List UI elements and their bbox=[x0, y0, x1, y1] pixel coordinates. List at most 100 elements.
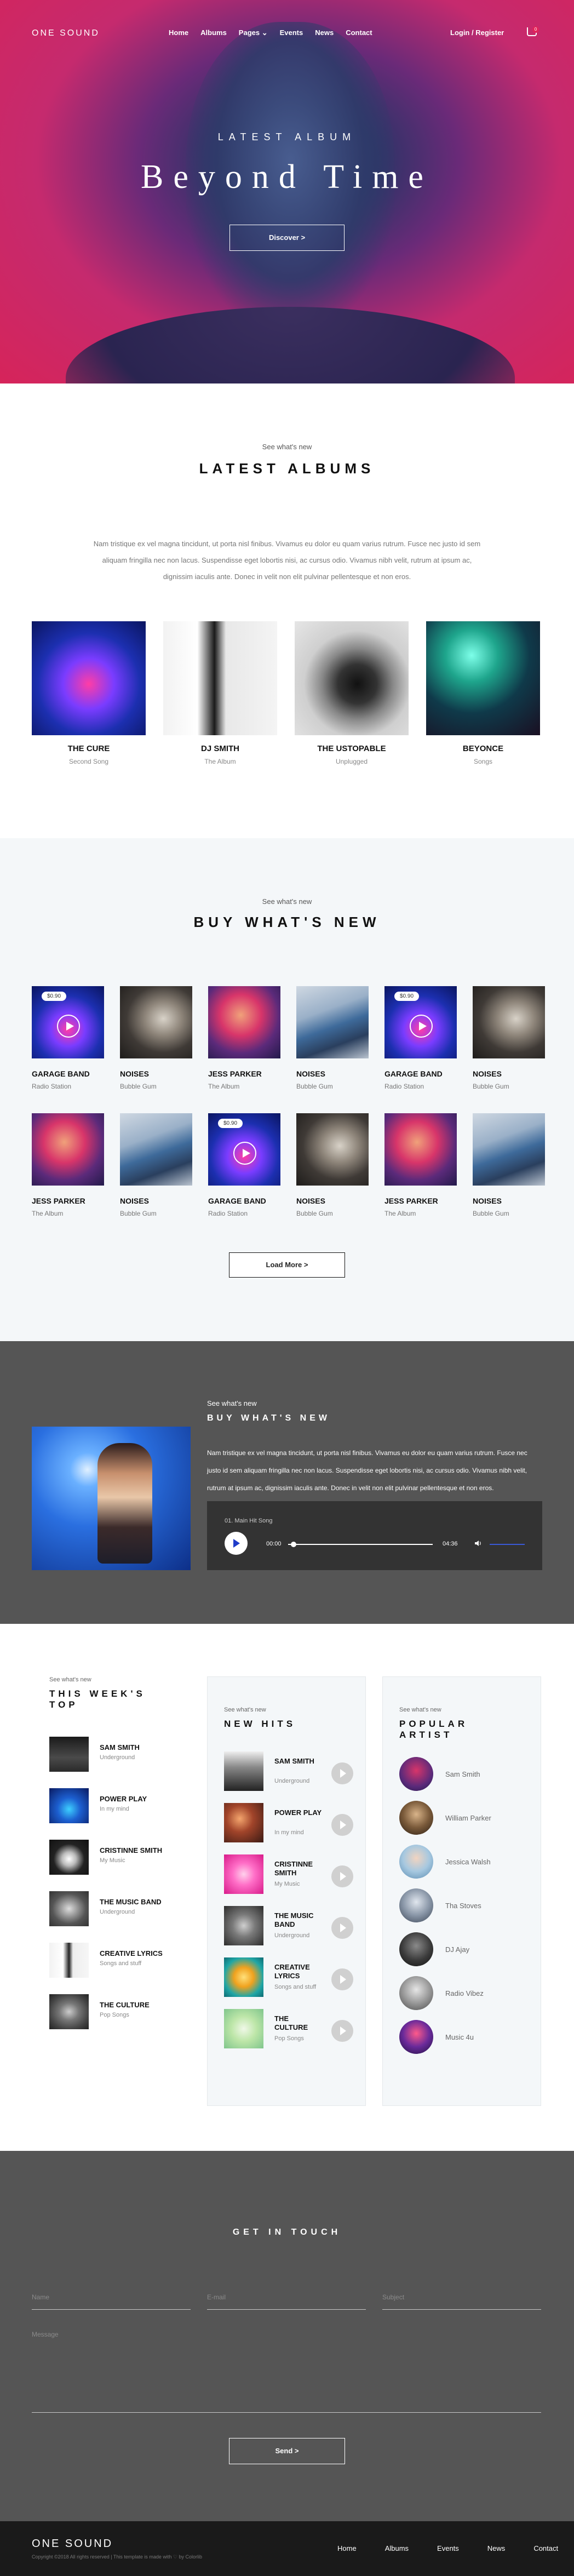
hero-eyebrow: LATEST ALBUM bbox=[217, 131, 357, 142]
list-item[interactable]: CRISTINNE SMITH My Music bbox=[224, 1854, 365, 1894]
album-card[interactable]: DJ SMITH The Album bbox=[163, 621, 277, 765]
list-item[interactable]: SAM SMITH Underground bbox=[224, 1751, 365, 1791]
footer-nav-contact[interactable]: Contact bbox=[533, 2544, 558, 2552]
email-placeholder: E-mail bbox=[207, 2293, 226, 2301]
progress-handle[interactable] bbox=[291, 1542, 297, 1547]
item-subtitle: Underground bbox=[100, 1909, 135, 1915]
list-item[interactable]: POWER PLAY In my mind bbox=[49, 1788, 192, 1823]
nav-contact[interactable]: Contact bbox=[346, 28, 372, 37]
play-icon[interactable] bbox=[331, 2020, 353, 2042]
list-item[interactable]: THE MUSIC BAND Underground bbox=[224, 1906, 365, 1945]
play-icon[interactable] bbox=[331, 1762, 353, 1784]
footer-nav-albums[interactable]: Albums bbox=[385, 2544, 409, 2552]
message-field[interactable]: Message bbox=[32, 2325, 541, 2413]
hero-section: ONE SOUND Home Albums Pages ⌄ Events New… bbox=[0, 0, 574, 383]
artist-item[interactable]: DJ Ajay bbox=[399, 1932, 541, 1967]
load-more-button[interactable]: Load More > bbox=[229, 1252, 345, 1278]
song-title: 01. Main Hit Song bbox=[225, 1518, 273, 1524]
product-card[interactable]: $0.90 GARAGE BAND Radio Station bbox=[208, 1113, 280, 1217]
play-icon[interactable] bbox=[233, 1142, 256, 1165]
product-card[interactable]: NOISES Bubble Gum bbox=[473, 1113, 545, 1217]
album-title: DJ SMITH bbox=[200, 744, 239, 753]
footer-logo[interactable]: ONE SOUND bbox=[32, 2538, 113, 2550]
artist-item[interactable]: William Parker bbox=[399, 1801, 541, 1836]
item-subtitle: In my mind bbox=[274, 1829, 304, 1836]
item-thumbnail bbox=[49, 1994, 89, 2029]
item-thumbnail bbox=[49, 1840, 89, 1875]
item-title: THE MUSIC BAND bbox=[100, 1898, 162, 1906]
product-card[interactable]: NOISES Bubble Gum bbox=[120, 986, 192, 1090]
footer-nav-events[interactable]: Events bbox=[437, 2544, 459, 2552]
album-card[interactable]: THE CURE Second Song bbox=[32, 621, 146, 765]
product-title: GARAGE BAND bbox=[32, 1069, 90, 1078]
nav-news[interactable]: News bbox=[315, 28, 334, 37]
product-subtitle: The Album bbox=[32, 1210, 64, 1217]
list-item[interactable]: CREATIVE LYRICS Songs and stuff bbox=[224, 1957, 365, 1997]
list-item[interactable]: THE MUSIC BAND Underground bbox=[49, 1891, 192, 1926]
artist-avatar bbox=[399, 1888, 433, 1922]
product-card[interactable]: NOISES Bubble Gum bbox=[296, 1113, 369, 1217]
send-button[interactable]: Send > bbox=[229, 2438, 345, 2464]
item-thumbnail bbox=[224, 1803, 263, 1842]
product-card[interactable]: NOISES Bubble Gum bbox=[473, 986, 545, 1090]
album-grid: THE CURE Second Song DJ SMITH The Album … bbox=[32, 621, 540, 765]
product-card[interactable]: NOISES Bubble Gum bbox=[296, 986, 369, 1090]
play-icon[interactable] bbox=[331, 1968, 353, 1990]
email-field[interactable]: E-mail bbox=[207, 2288, 366, 2310]
product-card[interactable]: JESS PARKER The Album bbox=[32, 1113, 104, 1217]
play-icon[interactable] bbox=[410, 1015, 433, 1038]
list-item[interactable]: THE CULTURE Pop Songs bbox=[49, 1994, 192, 2029]
play-icon[interactable] bbox=[57, 1015, 80, 1038]
product-card[interactable]: JESS PARKER The Album bbox=[208, 986, 280, 1090]
product-card[interactable]: JESS PARKER The Album bbox=[384, 1113, 457, 1217]
product-image bbox=[473, 986, 545, 1058]
play-button[interactable] bbox=[225, 1532, 248, 1555]
album-cover-image bbox=[295, 621, 409, 735]
artist-item[interactable]: Jessica Walsh bbox=[399, 1845, 541, 1880]
name-field[interactable]: Name bbox=[32, 2288, 191, 2310]
play-icon[interactable] bbox=[331, 1917, 353, 1939]
product-subtitle: Bubble Gum bbox=[296, 1210, 333, 1217]
list-item[interactable]: CREATIVE LYRICS Songs and stuff bbox=[49, 1943, 192, 1978]
item-thumbnail bbox=[224, 1751, 263, 1791]
list-item[interactable]: SAM SMITH Underground bbox=[49, 1737, 192, 1772]
album-card[interactable]: THE USTOPABLE Unplugged bbox=[295, 621, 409, 765]
artist-item[interactable]: Music 4u bbox=[399, 2020, 541, 2055]
nav-pages[interactable]: Pages ⌄ bbox=[239, 28, 268, 37]
play-icon[interactable] bbox=[331, 1865, 353, 1887]
nav-events[interactable]: Events bbox=[280, 28, 303, 37]
price-badge: $0.90 bbox=[394, 992, 420, 1001]
discover-button[interactable]: Discover > bbox=[229, 225, 345, 251]
nav-albums[interactable]: Albums bbox=[200, 28, 227, 37]
login-register-link[interactable]: Login / Register bbox=[450, 28, 504, 37]
artist-item[interactable]: Tha Stoves bbox=[399, 1888, 541, 1924]
volume-slider[interactable] bbox=[490, 1544, 525, 1545]
product-card[interactable]: NOISES Bubble Gum bbox=[120, 1113, 192, 1217]
product-subtitle: Radio Station bbox=[208, 1210, 248, 1217]
product-subtitle: The Album bbox=[384, 1210, 416, 1217]
section-description: Nam tristique ex vel magna tincidunt, ut… bbox=[93, 540, 481, 581]
artist-item[interactable]: Radio Vibez bbox=[399, 1976, 541, 2011]
site-logo[interactable]: ONE SOUND bbox=[32, 28, 100, 38]
list-item[interactable]: CRISTINNE SMITH My Music bbox=[49, 1840, 192, 1875]
item-title: POWER PLAY bbox=[274, 1808, 322, 1817]
product-card[interactable]: $0.90 GARAGE BAND Radio Station bbox=[32, 986, 104, 1090]
product-card[interactable]: $0.90 GARAGE BAND Radio Station bbox=[384, 986, 457, 1090]
progress-track[interactable] bbox=[288, 1544, 433, 1545]
product-subtitle: Radio Station bbox=[384, 1083, 424, 1090]
volume-icon[interactable] bbox=[474, 1539, 482, 1547]
subject-field[interactable]: Subject bbox=[382, 2288, 541, 2310]
product-title: NOISES bbox=[120, 1197, 149, 1205]
list-item[interactable]: THE CULTURE Pop Songs bbox=[224, 2009, 365, 2048]
featured-artist-image bbox=[32, 1427, 191, 1570]
list-item[interactable]: POWER PLAY In my mind bbox=[224, 1803, 365, 1842]
album-card[interactable]: BEYONCE Songs bbox=[426, 621, 540, 765]
nav-home[interactable]: Home bbox=[169, 28, 188, 37]
artist-item[interactable]: Sam Smith bbox=[399, 1757, 541, 1792]
play-icon[interactable] bbox=[331, 1814, 353, 1836]
product-image bbox=[32, 1113, 104, 1186]
featured-player-section: See what's new BUY WHAT'S NEW Nam tristi… bbox=[0, 1341, 574, 1624]
footer-nav-home[interactable]: Home bbox=[337, 2544, 357, 2552]
item-title: POWER PLAY bbox=[100, 1795, 147, 1803]
footer-nav-news[interactable]: News bbox=[487, 2544, 506, 2552]
